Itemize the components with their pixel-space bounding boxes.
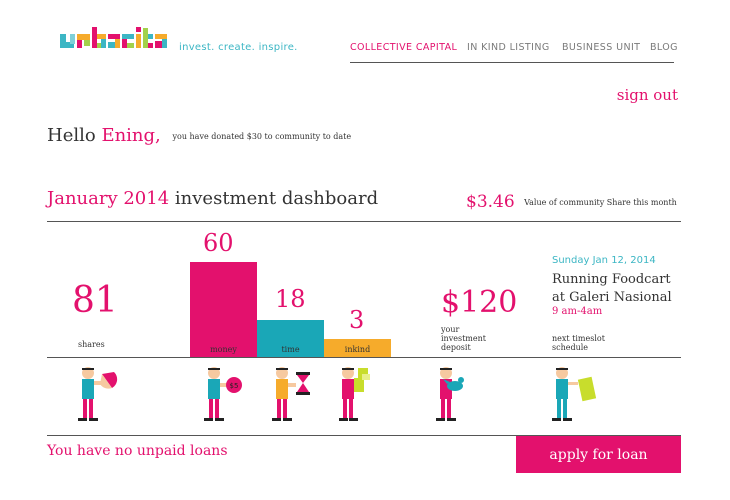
nav-blog[interactable]: BLOG bbox=[650, 42, 678, 53]
person-with-bird-icon bbox=[436, 367, 464, 421]
nav-collective-capital[interactable]: COLLECTIVE CAPITAL bbox=[350, 42, 457, 53]
nav-in-kind-listing[interactable]: IN KIND LISTING bbox=[467, 42, 550, 53]
person-with-coin-icon: $5 bbox=[204, 367, 242, 421]
deposit-label-line: deposit bbox=[441, 343, 471, 352]
logo[interactable] bbox=[60, 24, 174, 54]
greeting-hello: Hello bbox=[47, 125, 96, 146]
loan-status: You have no unpaid loans bbox=[47, 443, 228, 459]
next-timeslot-line: schedule bbox=[552, 343, 589, 352]
event-title-line: at Galeri Nasional bbox=[552, 290, 672, 305]
inkind-label: inkind bbox=[344, 345, 371, 354]
money-label: money bbox=[210, 345, 237, 354]
money-bar: money bbox=[190, 262, 257, 357]
coin-label: $5 bbox=[230, 382, 239, 390]
dashboard-top-divider bbox=[47, 221, 681, 222]
share-value: $3.46 Value of community Share this mont… bbox=[466, 192, 677, 212]
share-value-amount: $3.46 bbox=[466, 192, 515, 212]
apply-for-loan-button[interactable]: apply for loan bbox=[516, 436, 681, 473]
greeting: Hello Ening, you have donated $30 to com… bbox=[47, 125, 351, 146]
time-bar: time bbox=[257, 320, 324, 357]
time-value: 18 bbox=[275, 285, 306, 313]
nav-business-unit[interactable]: BUSINESS UNIT bbox=[562, 42, 640, 53]
inkind-value: 3 bbox=[349, 306, 365, 334]
shares-value: 81 bbox=[72, 280, 118, 321]
money-value: 60 bbox=[203, 229, 234, 257]
dashboard-month: January 2014 bbox=[47, 188, 170, 209]
sign-out-link[interactable]: sign out bbox=[617, 86, 678, 104]
person-with-hourglass-icon bbox=[272, 367, 310, 421]
person-with-box-icon bbox=[339, 367, 370, 421]
nav-divider bbox=[350, 62, 674, 63]
inkind-bar: inkind bbox=[324, 339, 391, 357]
dashboard-title: January 2014 investment dashboard bbox=[47, 188, 378, 209]
user-name: Ening, bbox=[101, 125, 161, 146]
deposit-label-line: investment bbox=[441, 334, 486, 343]
event-date: Sunday Jan 12, 2014 bbox=[552, 255, 656, 266]
tagline: invest. create. inspire. bbox=[179, 42, 298, 53]
share-value-label: Value of community Share this month bbox=[524, 198, 677, 207]
event-time: 9 am-4am bbox=[552, 306, 603, 317]
logo-mark bbox=[60, 27, 167, 48]
stats-bottom-divider bbox=[47, 357, 681, 358]
time-label: time bbox=[281, 345, 300, 354]
event-title-line: Running Foodcart bbox=[552, 272, 671, 287]
deposit-value: $120 bbox=[441, 285, 518, 320]
deposit-label-line: your bbox=[441, 325, 460, 334]
dashboard-heading: investment dashboard bbox=[174, 188, 379, 209]
deposit-label: your investment deposit bbox=[441, 325, 486, 352]
event-title[interactable]: Running Foodcart at Galeri Nasional bbox=[552, 271, 672, 307]
shares-label: shares bbox=[78, 340, 105, 349]
next-timeslot-caption: next timeslot schedule bbox=[552, 334, 605, 352]
person-with-pie-chart-icon bbox=[78, 367, 118, 421]
next-timeslot-line: next timeslot bbox=[552, 334, 605, 343]
donation-summary: you have donated $30 to community to dat… bbox=[172, 132, 352, 141]
person-with-document-icon bbox=[552, 367, 597, 421]
